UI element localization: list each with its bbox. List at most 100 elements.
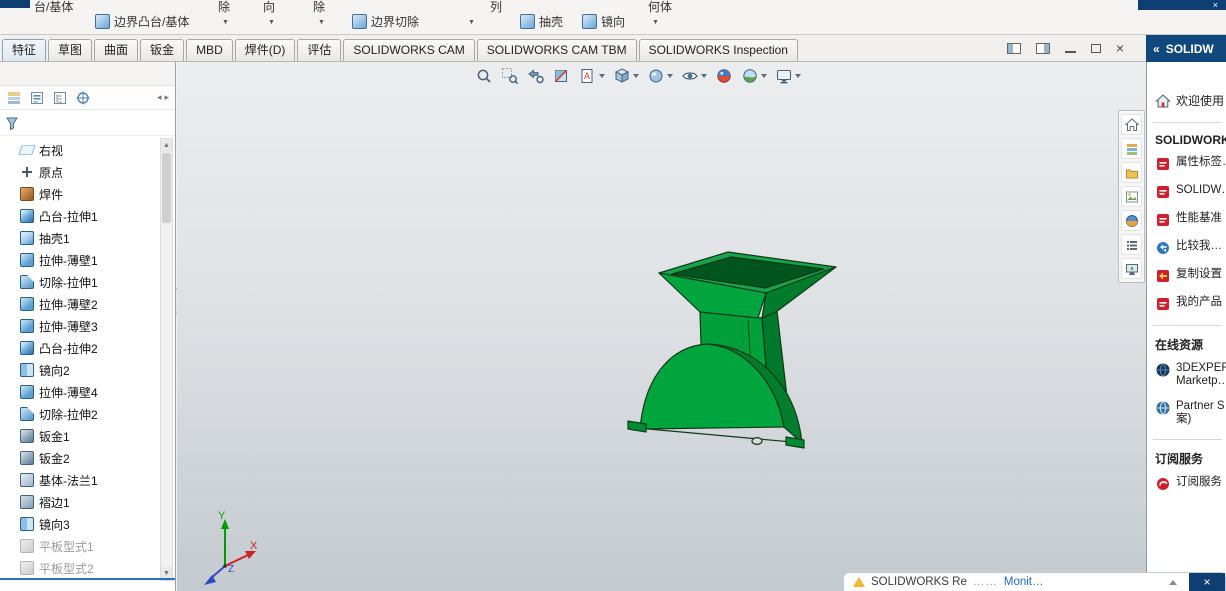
zoom-to-area-icon[interactable] [501,67,519,85]
taskpane-item-复制设置[interactable]: 复制设置 [1155,268,1222,284]
dropdown-caret[interactable] [761,74,767,78]
tab-SOLIDWORKS CAM[interactable]: SOLIDWORKS CAM [343,39,475,61]
app-close-region[interactable]: × [1138,0,1226,10]
taskpane-item-Partner S…[interactable]: Partner S…案) [1155,400,1226,426]
minimize-icon[interactable] [1064,51,1076,53]
dropdown-caret[interactable] [633,74,639,78]
ribbon-button-boundary-cut[interactable]: 边界切除 [352,13,419,30]
tree-item-抽壳1[interactable]: 抽壳1 [0,227,175,249]
taskpane-item-比较我…[interactable]: 比较我… [1155,240,1222,256]
appearances-scenes-icon[interactable] [1121,210,1142,231]
tab-草图[interactable]: 草图 [48,39,93,61]
ribbon-button-mirror[interactable]: 镜向 [582,13,625,30]
design-library-icon[interactable] [1121,138,1142,159]
featuremanager-tree-icon[interactable] [6,90,22,106]
tree-item-原点[interactable]: 原点 [0,161,175,183]
taskpane-item-订阅服务[interactable]: 订阅服务 [1155,476,1222,492]
dropdown-caret[interactable] [701,74,707,78]
taskpane-item-SOLIDW…[interactable]: SOLIDW… [1155,184,1226,200]
propertymanager-icon[interactable] [29,90,45,106]
ribbon-label-cut[interactable]: 除 [218,0,230,15]
toast-link[interactable]: Monit… [1004,576,1044,588]
home-icon[interactable] [1121,114,1142,135]
dropdown-caret[interactable] [599,74,605,78]
tree-item-拉伸-薄壁4[interactable]: 拉伸-薄壁4 [0,381,175,403]
restore-icon[interactable] [1090,40,1104,53]
collapse-chevron-icon[interactable]: « [1153,42,1160,56]
tree-item-切除-拉伸1[interactable]: 切除-拉伸1 [0,271,175,293]
tree-item-焊件[interactable]: 焊件 [0,183,175,205]
dimxpertmanager-icon[interactable] [75,90,91,106]
dock-left-icon[interactable] [1006,42,1021,54]
scrollbar-thumb[interactable] [162,153,171,223]
dock-right-icon[interactable] [1035,42,1050,54]
panel-tabs-scroll-left-icon[interactable]: ◂ [157,92,162,103]
tab-特征[interactable]: 特征 [2,39,47,61]
dropdown-caret[interactable]: ▼ [468,19,475,26]
taskpane-item-我的产品[interactable]: 我的产品 [1155,296,1222,312]
panel-tabs-scroll-right-icon[interactable]: ▸ [164,92,169,103]
chevron-up-icon[interactable] [1169,579,1177,585]
dynamic-annotation-views-icon[interactable]: A [579,67,605,85]
scroll-up-icon[interactable]: ▲ [161,139,172,152]
part-model[interactable] [612,232,862,457]
custom-properties-icon[interactable] [1121,234,1142,255]
toast-close-button[interactable]: × [1189,573,1225,591]
ribbon-label-body[interactable]: 何体 [648,0,672,15]
filter-funnel-icon[interactable] [5,116,19,130]
dropdown-caret[interactable] [667,74,673,78]
section-view-icon[interactable] [553,67,571,85]
configurationmanager-icon[interactable] [52,90,68,106]
taskpane-item-性能基准[interactable]: 性能基准 [1155,212,1222,228]
tree-item-凸台-拉伸1[interactable]: 凸台-拉伸1 [0,205,175,227]
tree-item-拉伸-薄壁2[interactable]: 拉伸-薄壁2 [0,293,175,315]
tree-item-镜向3[interactable]: 镜向3 [0,513,175,535]
display-style-icon[interactable] [647,67,673,85]
dropdown-caret[interactable]: ▼ [652,19,659,26]
tab-MBD[interactable]: MBD [186,39,233,61]
view-orientation-icon[interactable] [613,67,639,85]
dropdown-caret[interactable] [795,74,801,78]
tree-scrollbar[interactable]: ▲ ▼ [160,138,173,581]
taskpane-header[interactable]: « SOLIDW [1146,35,1226,62]
resource-monitor-toast[interactable]: SOLIDWORKS Re …… Monit… × [843,572,1226,591]
tab-SOLIDWORKS Inspection[interactable]: SOLIDWORKS Inspection [638,39,798,61]
forum-monitor-icon[interactable] [1121,258,1142,279]
file-explorer-folder-icon[interactable] [1121,162,1142,183]
ribbon-label-cut2[interactable]: 除 [313,0,325,15]
apply-scene-icon[interactable] [741,67,767,85]
tree-item-镜向2[interactable]: 镜向2 [0,359,175,381]
welcome-item[interactable]: 欢迎使用 [1155,92,1224,109]
tab-评估[interactable]: 评估 [297,39,342,61]
dropdown-caret[interactable]: ▼ [318,19,325,26]
view-palette-icon[interactable] [1121,186,1142,207]
dropdown-caret[interactable]: ▼ [268,19,275,26]
tab-曲面[interactable]: 曲面 [94,39,139,61]
close-icon[interactable]: × [1116,41,1124,55]
tab-焊件(D)[interactable]: 焊件(D) [234,39,296,61]
taskpane-item-3DEXPER…[interactable]: 3DEXPER…Marketp… [1155,362,1226,388]
tree-item-拉伸-薄壁1[interactable]: 拉伸-薄壁1 [0,249,175,271]
tab-钣金[interactable]: 钣金 [140,39,185,61]
tree-item-平板型式2[interactable]: 平板型式2 [0,557,175,579]
tree-item-基体-法兰1[interactable]: 基体-法兰1 [0,469,175,491]
close-icon[interactable]: × [1213,0,1218,10]
tree-item-钣金2[interactable]: 钣金2 [0,447,175,469]
view-settings-icon[interactable] [775,67,801,85]
ribbon-label-pattern[interactable]: 向 [263,0,275,15]
hide-show-items-icon[interactable] [681,67,707,85]
tree-item-凸台-拉伸2[interactable]: 凸台-拉伸2 [0,337,175,359]
tree-item-右视[interactable]: 右视 [0,139,175,161]
zoom-to-fit-icon[interactable] [475,67,493,85]
tree-item-钣金1[interactable]: 钣金1 [0,425,175,447]
tree-item-平板型式1[interactable]: 平板型式1 [0,535,175,557]
tree-item-拉伸-薄壁3[interactable]: 拉伸-薄壁3 [0,315,175,337]
dropdown-caret[interactable]: ▼ [222,19,229,26]
previous-view-icon[interactable] [527,67,545,85]
ribbon-button-shell[interactable]: 抽壳 [520,13,563,30]
tab-SOLIDWORKS CAM TBM[interactable]: SOLIDWORKS CAM TBM [476,39,637,61]
ribbon-label-boss-base[interactable]: 台/基体 [34,0,73,15]
ribbon-label-array[interactable]: 列 [490,0,502,15]
ribbon-button-boundary-boss[interactable]: 边界凸台/基体 [95,13,189,30]
tree-item-切除-拉伸2[interactable]: 切除-拉伸2 [0,403,175,425]
